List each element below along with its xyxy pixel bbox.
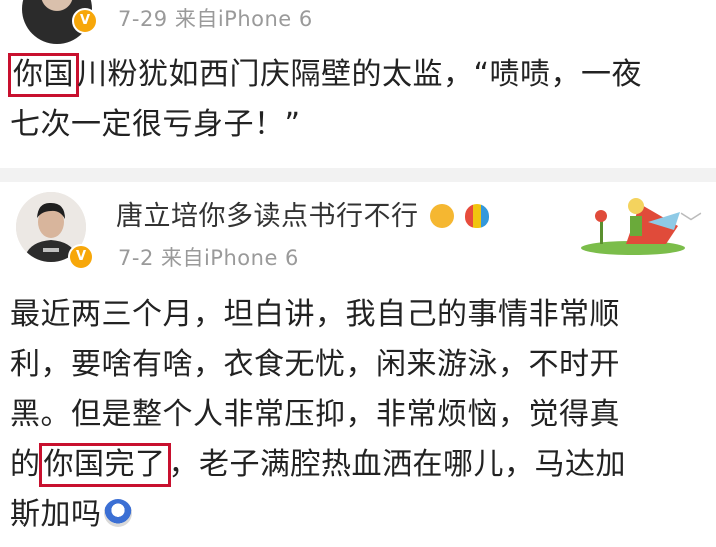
post-body-line: 黑。但是整个人非常压抑，非常烦恼，觉得真	[10, 397, 620, 432]
post-body-line: 的你国完了 ，老子满腔热血洒在哪儿，马达加	[10, 440, 710, 490]
highlight-box: 你国完了	[38, 443, 171, 487]
emoji-icon	[103, 499, 132, 527]
post-body-line: 斯加吗	[10, 490, 710, 540]
highlight-box: 你国	[8, 53, 79, 97]
post-meta: 7-2 来自iPhone 6	[118, 246, 299, 270]
chevron-down-icon[interactable]: ﹀	[680, 206, 702, 238]
username-text: 唐立培你多读点书行不行	[116, 201, 419, 232]
post-text: 川粉犹如西门庆隔壁的太监，“啧啧，一夜	[77, 57, 643, 92]
post-body: 最近两三个月，坦白讲，我自己的事情非常顺 利，要啥有啥，衣食无忧，闲来游泳，不时…	[10, 290, 710, 540]
verified-badge-icon: V	[72, 8, 98, 34]
verified-badge-icon: V	[68, 244, 94, 270]
post-body-line: 最近两三个月，坦白讲，我自己的事情非常顺	[10, 297, 620, 332]
post-text: 的	[10, 447, 41, 482]
little-prince-decoration-icon	[581, 198, 685, 255]
username[interactable]: 唐立培你多读点书行不行	[116, 194, 489, 233]
post-text: ，老子满腔热血洒在哪儿，马达加	[168, 447, 626, 482]
post-meta: 7-29 来自iPhone 6	[118, 7, 313, 31]
post-body-line: 你国 川粉犹如西门庆隔壁的太监，“啧啧，一夜	[8, 50, 710, 100]
post-text: 斯加吗	[10, 497, 102, 532]
post-body-line: 七次一定很亏身子！”	[10, 107, 301, 142]
face-emoji-icon	[429, 204, 454, 228]
post-card-2: V 唐立培你多读点书行不行 ﹀ 7-2 来自iPhone 6 最近两三个月，坦白…	[0, 182, 716, 547]
balloon-emoji-icon	[464, 204, 489, 228]
post-card-1: V 7-29 来自iPhone 6 你国 川粉犹如西门庆隔壁的太监，“啧啧，一夜 …	[0, 0, 716, 168]
feed-divider	[0, 168, 716, 182]
post-body: 你国 川粉犹如西门庆隔壁的太监，“啧啧，一夜 七次一定很亏身子！”	[8, 50, 710, 150]
post-body-line: 利，要啥有啥，衣食无忧，闲来游泳，不时开	[10, 347, 620, 382]
